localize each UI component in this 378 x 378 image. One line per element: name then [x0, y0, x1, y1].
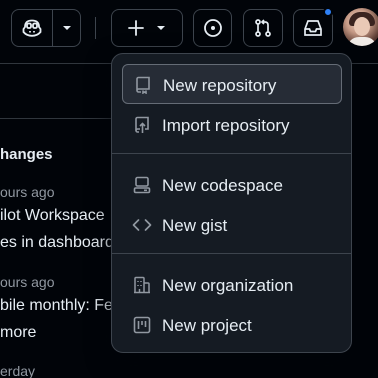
user-avatar[interactable]	[343, 8, 378, 46]
copilot-button[interactable]	[12, 10, 53, 46]
plus-icon	[128, 20, 144, 36]
menu-item-label: Import repository	[162, 116, 290, 135]
header-divider	[95, 17, 96, 39]
chevron-down-icon	[62, 25, 72, 31]
repo-icon	[133, 75, 153, 95]
menu-item-new-organization[interactable]: New organization	[122, 265, 342, 305]
menu-item-label: New codespace	[162, 176, 283, 195]
project-icon	[132, 315, 152, 335]
changelog-heading: hanges	[0, 146, 53, 163]
menu-item-new-repository[interactable]: New repository	[122, 64, 342, 104]
changelog-time: erday	[0, 363, 36, 378]
copilot-icon	[22, 19, 42, 37]
menu-item-import-repository[interactable]: Import repository	[122, 105, 342, 145]
menu-item-new-codespace[interactable]: New codespace	[122, 165, 342, 205]
menu-item-new-project[interactable]: New project	[122, 305, 342, 345]
menu-divider	[112, 253, 351, 254]
menu-item-new-gist[interactable]: New gist	[122, 205, 342, 245]
organization-icon	[132, 275, 152, 295]
menu-item-label: New project	[162, 316, 252, 335]
create-new-menu: New repository Import repository New cod…	[111, 53, 352, 353]
changelog-link[interactable]: more	[0, 324, 36, 342]
codespaces-icon	[132, 175, 152, 195]
code-icon	[132, 215, 152, 235]
changelog-link[interactable]: ilot Workspace	[0, 207, 105, 225]
changelog-time: ours ago	[0, 274, 55, 290]
create-new-button[interactable]	[111, 9, 183, 47]
app-viewport: hanges ours ago ilot Workspace es in das…	[0, 0, 378, 378]
menu-item-label: New organization	[162, 276, 294, 295]
pull-requests-button[interactable]	[243, 9, 283, 47]
menu-divider	[112, 153, 351, 154]
changelog-link[interactable]: es in dashboard	[0, 234, 114, 252]
issues-button[interactable]	[193, 9, 232, 47]
menu-item-label: New repository	[163, 76, 277, 95]
git-pull-request-icon	[253, 18, 273, 38]
changelog-time: ours ago	[0, 184, 55, 200]
changelog-link[interactable]: bile monthly: Fe	[0, 297, 113, 315]
copilot-menu-button[interactable]	[53, 10, 80, 46]
copilot-button-group	[11, 9, 81, 47]
notification-dot	[323, 7, 333, 17]
chevron-down-icon	[156, 25, 166, 31]
menu-item-label: New gist	[162, 216, 228, 235]
issue-opened-icon	[203, 18, 223, 38]
repo-push-icon	[132, 115, 152, 135]
inbox-icon	[303, 19, 323, 37]
